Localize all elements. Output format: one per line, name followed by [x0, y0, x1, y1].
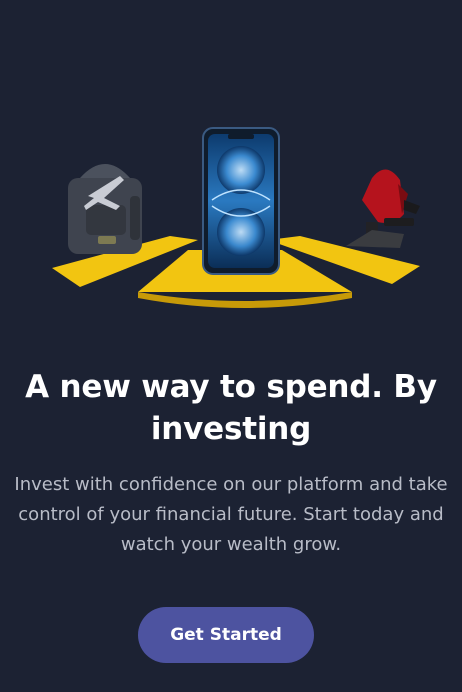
description-text: Invest with confidence on our platform a… [14, 474, 448, 555]
get-started-button[interactable]: Get Started [138, 607, 314, 663]
phone-icon [202, 127, 280, 275]
center-podium-edge [138, 292, 352, 308]
heel-shoe-icon [346, 169, 420, 248]
backpack-icon [68, 164, 142, 254]
hero-illustration-svg [52, 127, 420, 308]
hero-illustration [0, 0, 462, 340]
headline: A new way to spend. By investing [25, 369, 437, 447]
